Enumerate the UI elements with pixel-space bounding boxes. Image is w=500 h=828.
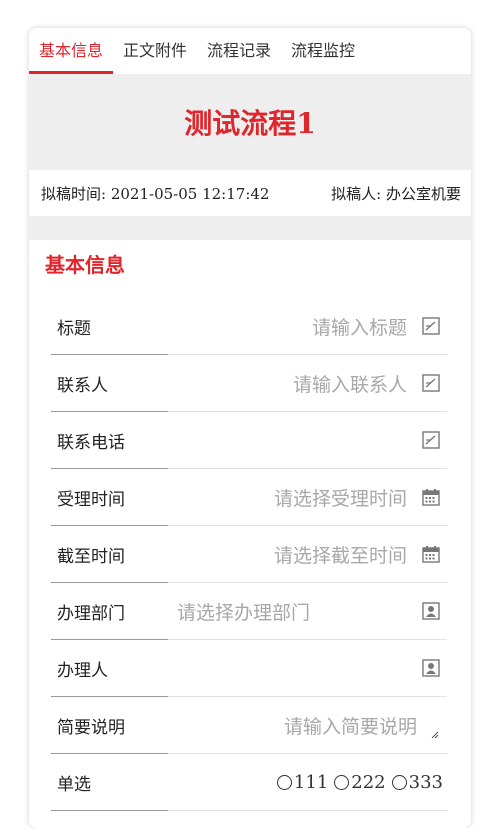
contact-row[interactable]: 联系人 请输入联系人: [51, 355, 447, 412]
contact-card-icon[interactable]: [421, 658, 441, 678]
single-choice-row: 单选 111 222 333: [51, 754, 447, 811]
radio-option-333[interactable]: 333: [391, 771, 443, 793]
radio-label: 111: [293, 771, 329, 793]
summary-textarea[interactable]: 请输入简要说明: [169, 712, 447, 739]
drafter-label: 拟稿人:: [331, 184, 382, 203]
handler-label: 办理人: [57, 660, 108, 681]
contact-label: 联系人: [57, 375, 108, 396]
radio-label: 222: [351, 771, 386, 793]
radio-circle[interactable]: [391, 774, 407, 790]
contact-card-icon[interactable]: [421, 601, 441, 621]
form-card: 基本信息 正文附件 流程记录 流程监控 测试流程1 拟稿时间: 2021-05-…: [29, 28, 471, 828]
drafter-value: 办公室机要: [385, 184, 461, 203]
draft-meta: 拟稿时间: 2021-05-05 12:17:42 拟稿人: 办公室机要: [29, 170, 471, 216]
department-picker[interactable]: 请选择办理部门: [169, 598, 421, 625]
tab-process-records[interactable]: 流程记录: [207, 40, 281, 74]
calendar-icon[interactable]: [421, 544, 441, 564]
deadline-row[interactable]: 截至时间 请选择截至时间: [51, 526, 447, 583]
deadline-picker[interactable]: 请选择截至时间: [169, 541, 421, 568]
summary-row[interactable]: 简要说明 请输入简要说明: [51, 697, 447, 754]
section-gap: [29, 216, 471, 240]
drafter: 拟稿人: 办公室机要: [331, 183, 461, 204]
radio-group: 111 222 333: [169, 772, 447, 793]
basic-info-section: 基本信息 标题 请输入标题 联系人 请输入联系人 联系电话 受理时间 请选择受理…: [29, 240, 471, 811]
radio-circle[interactable]: [276, 774, 292, 790]
tab-attachments[interactable]: 正文附件: [123, 40, 197, 74]
radio-label: 333: [408, 771, 443, 793]
handler-row[interactable]: 办理人: [51, 640, 447, 697]
contact-input[interactable]: 请输入联系人: [169, 370, 421, 397]
edit-icon[interactable]: [421, 316, 441, 336]
draft-time-label: 拟稿时间:: [41, 184, 107, 203]
draft-time: 拟稿时间: 2021-05-05 12:17:42: [41, 183, 269, 204]
title-row[interactable]: 标题 请输入标题: [51, 298, 447, 355]
accept-time-picker[interactable]: 请选择受理时间: [169, 484, 421, 511]
deadline-label: 截至时间: [57, 546, 125, 567]
accept-time-row[interactable]: 受理时间 请选择受理时间: [51, 469, 447, 526]
edit-icon[interactable]: [421, 373, 441, 393]
accept-time-label: 受理时间: [57, 489, 125, 510]
title-banner: 测试流程1: [29, 74, 471, 170]
resize-handle-icon[interactable]: [431, 724, 439, 743]
phone-label: 联系电话: [57, 432, 125, 453]
department-row[interactable]: 办理部门 请选择办理部门: [51, 583, 447, 640]
radio-option-222[interactable]: 222: [334, 771, 386, 793]
title-input[interactable]: 请输入标题: [169, 313, 421, 340]
summary-label: 简要说明: [57, 717, 125, 738]
page-title: 测试流程1: [184, 107, 316, 140]
tab-bar: 基本信息 正文附件 流程记录 流程监控: [29, 28, 471, 74]
single-choice-label: 单选: [57, 774, 91, 795]
phone-row[interactable]: 联系电话: [51, 412, 447, 469]
tab-basic-info[interactable]: 基本信息: [29, 40, 114, 74]
edit-icon[interactable]: [421, 430, 441, 450]
department-label: 办理部门: [57, 603, 125, 624]
calendar-icon[interactable]: [421, 487, 441, 507]
draft-time-value: 2021-05-05 12:17:42: [110, 184, 270, 203]
title-label: 标题: [57, 318, 91, 339]
radio-option-111[interactable]: 111: [276, 771, 329, 793]
basic-info-form: 标题 请输入标题 联系人 请输入联系人 联系电话 受理时间 请选择受理时间 截至…: [51, 298, 447, 811]
tab-process-monitor[interactable]: 流程监控: [291, 40, 365, 74]
section-title: 基本信息: [45, 253, 125, 277]
radio-circle[interactable]: [334, 774, 350, 790]
